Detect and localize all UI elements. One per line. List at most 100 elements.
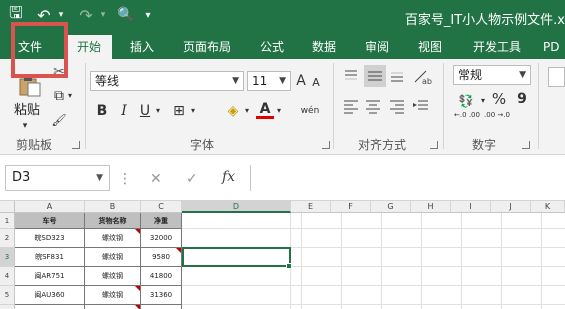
percent-icon[interactable]: % <box>490 89 508 109</box>
formula-bar: D3 ▼ ⋮ ✕ ✓ fx <box>0 155 565 201</box>
font-color-icon[interactable]: A <box>256 99 274 119</box>
row-header-2[interactable]: 2 <box>0 229 15 248</box>
tab-view[interactable]: 视图 <box>408 35 452 59</box>
column-header-d[interactable]: D <box>182 201 291 213</box>
table-cell[interactable]: 皖SD323 <box>15 229 85 248</box>
select-all-corner[interactable] <box>0 201 15 213</box>
align-bottom-icon[interactable] <box>388 67 406 85</box>
active-cell-d3[interactable] <box>182 247 291 267</box>
table-cell[interactable]: 螺纹钢 <box>85 267 141 286</box>
bold-button[interactable]: B <box>94 101 110 121</box>
header-cell[interactable]: 净重 <box>141 213 182 229</box>
table-cell[interactable]: 闽AU360 <box>15 286 85 305</box>
table-cell[interactable] <box>15 305 85 309</box>
table-cell[interactable]: 32000 <box>141 229 182 248</box>
underline-button[interactable]: U <box>138 101 152 121</box>
currency-icon[interactable]: 💱 <box>455 91 477 111</box>
customize-toolbar-icon[interactable]: ▾ <box>142 5 154 25</box>
clipboard-launcher-icon[interactable] <box>72 141 80 149</box>
shrink-font-icon[interactable]: A <box>310 73 322 93</box>
fill-color-icon[interactable]: ◈ <box>224 101 242 121</box>
separator <box>538 63 539 149</box>
align-middle-icon[interactable] <box>364 65 386 87</box>
orientation-icon[interactable]: ab <box>412 67 432 86</box>
cell-text: 螺纹钢 <box>102 234 123 242</box>
increase-decimal-icon[interactable]: ←.0 .00 <box>454 111 480 131</box>
table-cell[interactable]: 闽AR751 <box>15 267 85 286</box>
column-header-k[interactable]: K <box>531 201 565 213</box>
row-header-6[interactable] <box>0 305 15 309</box>
enter-icon[interactable]: ✓ <box>186 171 198 187</box>
formula-bar-grip-icon[interactable]: ⋮ <box>118 171 132 187</box>
align-right-icon[interactable] <box>388 97 406 115</box>
alignment-launcher-icon[interactable] <box>430 141 438 149</box>
fill-handle[interactable] <box>286 263 292 269</box>
formula-input[interactable] <box>250 165 565 191</box>
redo-icon[interactable]: ↷ <box>76 5 96 25</box>
align-left-icon[interactable] <box>342 97 360 115</box>
underline-dropdown-icon[interactable]: ▾ <box>153 101 163 121</box>
table-cell[interactable]: 9580 <box>141 248 182 267</box>
tab-data[interactable]: 数据 <box>303 35 345 59</box>
number-format-combo[interactable]: 常规 ▼ <box>453 65 531 85</box>
cell-text: 螺纹钢 <box>102 291 123 299</box>
font-launcher-icon[interactable] <box>322 141 330 149</box>
row-header-4[interactable]: 4 <box>0 267 15 286</box>
font-color-dropdown-icon[interactable]: ▾ <box>274 101 284 121</box>
table-cell[interactable]: 31360 <box>141 286 182 305</box>
italic-button[interactable]: I <box>117 101 131 121</box>
tab-insert[interactable]: 插入 <box>121 35 163 59</box>
row-header-5[interactable]: 5 <box>0 286 15 305</box>
copy-dropdown-icon[interactable]: ▾ <box>66 86 74 106</box>
row-header-3[interactable]: 3 <box>0 248 15 267</box>
column-header-e[interactable]: E <box>291 201 331 213</box>
cancel-icon[interactable]: ✕ <box>150 171 162 187</box>
align-center-icon[interactable] <box>364 97 382 115</box>
table-cell[interactable] <box>141 305 182 309</box>
tab-page-layout[interactable]: 页面布局 <box>172 35 242 59</box>
print-preview-icon[interactable]: 🔍 <box>116 5 136 25</box>
insert-function-icon[interactable]: fx <box>222 169 235 185</box>
column-header-f[interactable]: F <box>331 201 371 213</box>
paste-icon[interactable] <box>14 75 44 97</box>
tab-home[interactable]: 开始 <box>66 35 112 59</box>
font-size-combo[interactable]: 11 ▼ <box>247 71 291 91</box>
decrease-decimal-icon[interactable]: .00 →.0 <box>484 111 510 131</box>
number-launcher-icon[interactable] <box>522 141 530 149</box>
phonetic-guide-icon[interactable]: wén <box>298 101 322 121</box>
comma-style-icon[interactable]: 9 <box>514 89 530 109</box>
header-cell[interactable]: 货物名称 <box>85 213 141 229</box>
font-name-combo[interactable]: 等线 ▼ <box>90 71 244 91</box>
column-header-h[interactable]: H <box>411 201 451 213</box>
paste-dropdown-icon[interactable]: ▾ <box>20 116 30 136</box>
align-top-icon[interactable] <box>342 67 360 85</box>
table-cell[interactable]: 皖SF831 <box>15 248 85 267</box>
tab-pdf[interactable]: PD <box>543 35 565 59</box>
table-cell[interactable]: 螺纹钢 <box>85 286 141 305</box>
row-header-1[interactable]: 1 <box>0 213 15 229</box>
table-cell[interactable]: 41800 <box>141 267 182 286</box>
table-cell[interactable]: 螺纹钢 <box>85 248 141 267</box>
table-cell[interactable] <box>85 305 141 309</box>
styles-group-partial[interactable] <box>548 67 565 87</box>
border-dropdown-icon[interactable]: ▾ <box>188 101 198 121</box>
redo-dropdown-icon[interactable]: ▾ <box>98 5 108 25</box>
name-box[interactable]: D3 ▼ <box>5 165 110 191</box>
header-cell[interactable]: 车号 <box>15 213 85 229</box>
column-header-g[interactable]: G <box>371 201 411 213</box>
tab-developer[interactable]: 开发工具 <box>465 35 529 59</box>
indent-icon[interactable] <box>412 97 430 115</box>
column-header-i[interactable]: I <box>451 201 491 213</box>
tab-formulas[interactable]: 公式 <box>251 35 293 59</box>
column-header-c[interactable]: C <box>141 201 182 213</box>
format-painter-icon[interactable]: 🖌 <box>50 110 68 130</box>
grow-font-icon[interactable]: A <box>294 71 308 91</box>
border-icon[interactable]: ⊞ <box>170 101 188 121</box>
column-header-a[interactable]: A <box>15 201 85 213</box>
fill-dropdown-icon[interactable]: ▾ <box>242 101 252 121</box>
currency-dropdown-icon[interactable]: ▾ <box>479 91 487 111</box>
tab-review[interactable]: 审阅 <box>356 35 398 59</box>
column-header-b[interactable]: B <box>85 201 141 213</box>
table-cell[interactable]: 螺纹钢 <box>85 229 141 248</box>
column-header-j[interactable]: J <box>491 201 531 213</box>
